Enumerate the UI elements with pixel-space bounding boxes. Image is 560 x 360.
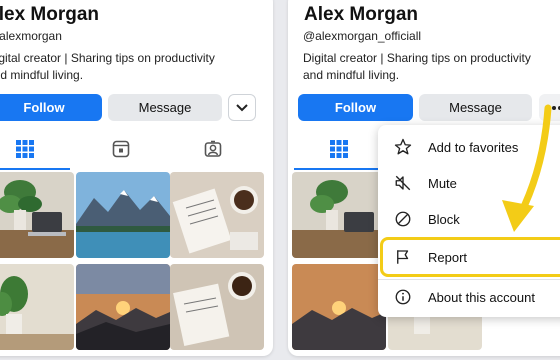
sunset-mountain-photo	[76, 264, 170, 350]
message-button[interactable]: Message	[108, 94, 222, 121]
profile-handle: @alexmorgan_officiall	[303, 29, 422, 43]
menu-item-mute[interactable]: Mute	[378, 165, 560, 201]
menu-item-label: Block	[428, 211, 460, 227]
photo-tile[interactable]	[0, 172, 74, 258]
menu-item-label: About this account	[428, 289, 535, 305]
plant-desk-photo	[292, 172, 386, 258]
profile-name: Alex Morgan	[304, 4, 419, 25]
plant-window-photo	[0, 264, 74, 350]
more-options-button[interactable]	[228, 94, 256, 121]
profile-name: Alex Morgan	[0, 4, 100, 25]
tab-posts[interactable]	[0, 130, 70, 170]
profile-handle: @alexmorgan	[0, 29, 62, 43]
photo-tile[interactable]	[292, 264, 386, 350]
grid-icon	[330, 140, 348, 158]
info-icon	[392, 286, 414, 308]
message-button[interactable]: Message	[419, 94, 532, 121]
photo-tile[interactable]	[0, 264, 74, 350]
mountain-lake-photo	[76, 172, 170, 258]
bio-line: Digital creator | Sharing tips on produc…	[0, 51, 215, 65]
tab-posts[interactable]	[294, 130, 384, 170]
ellipsis-icon	[546, 105, 560, 110]
journal-coffee-photo	[170, 264, 264, 350]
menu-item-about-account[interactable]: About this account	[378, 279, 560, 315]
block-icon	[392, 208, 414, 230]
grid-icon	[16, 140, 34, 158]
bio-line: and mindful living.	[303, 68, 400, 82]
profile-tabs	[0, 130, 273, 170]
photo-tile[interactable]	[292, 172, 386, 258]
bio-line: and mindful living.	[0, 68, 84, 82]
sunset-mountain-photo	[292, 264, 386, 350]
photo-tile[interactable]	[170, 172, 264, 258]
tab-tagged[interactable]	[168, 130, 258, 168]
profile-bio: Digital creator | Sharing tips on produc…	[303, 50, 531, 84]
more-options-button[interactable]	[539, 94, 560, 121]
photo-tile[interactable]	[76, 172, 170, 258]
profile-bio: Digital creator | Sharing tips on produc…	[0, 50, 215, 84]
menu-item-block[interactable]: Block	[378, 201, 560, 237]
tagged-icon	[204, 140, 222, 157]
follow-button[interactable]: Follow	[298, 94, 413, 121]
menu-item-label: Mute	[428, 175, 457, 191]
notebook-coffee-photo	[170, 172, 264, 258]
report-highlight	[380, 237, 560, 277]
plant-desk-photo	[0, 172, 74, 258]
follow-button[interactable]: Follow	[0, 94, 102, 121]
menu-item-label: Add to favorites	[428, 139, 519, 155]
bio-line: Digital creator | Sharing tips on produc…	[303, 51, 531, 65]
reels-icon	[112, 140, 130, 158]
photo-tile[interactable]	[76, 264, 170, 350]
photo-tile[interactable]	[170, 264, 264, 350]
menu-item-add-to-favorites[interactable]: Add to favorites	[378, 129, 560, 165]
chevron-down-icon	[236, 103, 248, 111]
tab-reels[interactable]	[76, 130, 166, 168]
profile-card-left: Alex Morgan @alexmorgan Digital creator …	[0, 0, 273, 356]
mute-icon	[392, 172, 414, 194]
more-options-menu: Add to favorites Mute Block Report About…	[378, 125, 560, 317]
star-icon	[392, 136, 414, 158]
